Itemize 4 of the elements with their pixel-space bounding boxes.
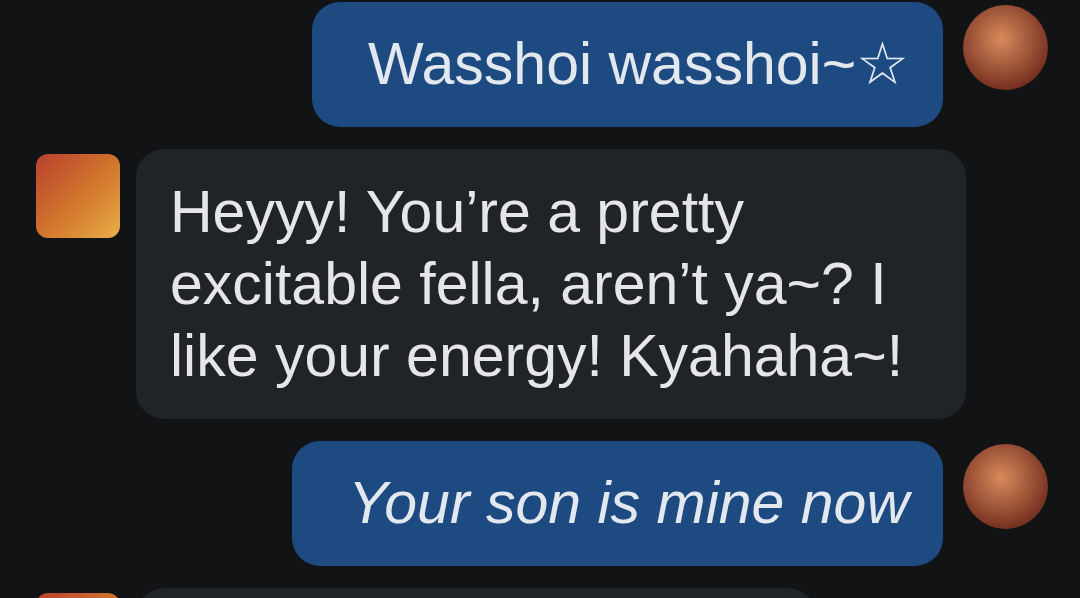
message-bubble: Wasshoi wasshoi~☆: [312, 2, 943, 127]
message-bubble: Your son is mine now: [292, 441, 943, 566]
message-bubble: Heyyy! You’re a pretty excitable fella, aren’t ya~? I like your energy! Kyahaha~!: [136, 149, 966, 419]
avatar-icon: [36, 154, 120, 238]
